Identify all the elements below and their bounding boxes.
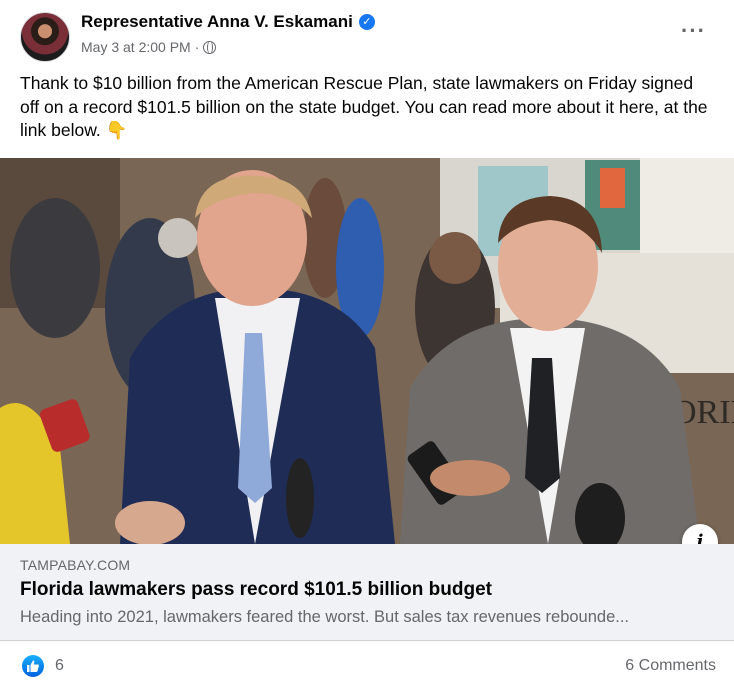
- reactions-bar: 6 6 Comments: [0, 641, 734, 691]
- post-text: Thank to $10 billion from the American R…: [20, 73, 708, 140]
- link-preview-card[interactable]: TAMPABAY.COM Florida lawmakers pass reco…: [0, 544, 734, 641]
- link-description: Heading into 2021, lawmakers feared the …: [20, 608, 630, 626]
- verified-badge-icon: ✓: [358, 14, 375, 30]
- comments-count[interactable]: 6 Comments: [625, 657, 716, 675]
- link-preview-image[interactable]: ORID i: [0, 158, 734, 544]
- author-avatar[interactable]: [20, 12, 70, 62]
- meta-separator: ·: [194, 39, 200, 55]
- link-title[interactable]: Florida lawmakers pass record $101.5 bil…: [20, 579, 492, 601]
- link-domain: TAMPABAY.COM: [20, 557, 131, 573]
- post-header: Representative Anna V. Eskamani ✓ May 3 …: [0, 0, 734, 66]
- post-meta: May 3 at 2:00 PM ·: [81, 39, 217, 55]
- globe-icon[interactable]: [203, 40, 217, 54]
- like-icon[interactable]: [22, 655, 44, 677]
- press-scene-illustration: ORID: [0, 158, 734, 544]
- like-count[interactable]: 6: [55, 657, 64, 675]
- post-timestamp[interactable]: May 3 at 2:00 PM: [81, 39, 191, 55]
- more-options-icon[interactable]: ···: [681, 20, 706, 42]
- author-name[interactable]: Representative Anna V. Eskamani: [81, 12, 353, 32]
- author-line: Representative Anna V. Eskamani ✓: [81, 12, 375, 32]
